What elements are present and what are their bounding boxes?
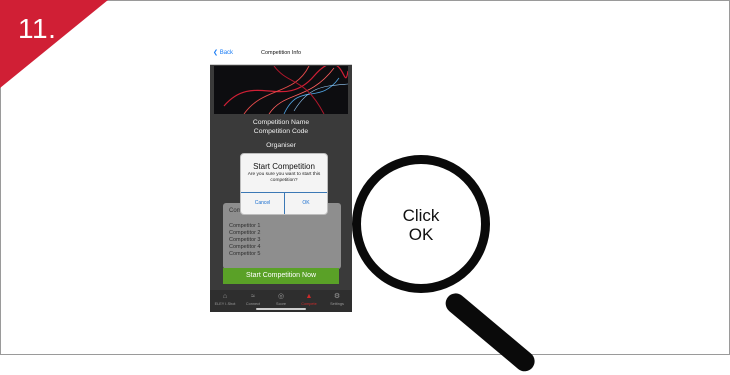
gear-icon: ⚙ (333, 293, 341, 300)
tab-label: Connect (245, 302, 261, 306)
tab-label: ELEY I-Shot (214, 302, 236, 306)
competition-banner-image (214, 66, 348, 114)
dialog-title: Start Competition (253, 162, 315, 171)
trophy-icon: ▲ (305, 293, 313, 300)
dialog-cancel-button[interactable]: Cancel (241, 193, 284, 214)
tab-compete[interactable]: ▲ Compete (298, 293, 320, 306)
competition-name: Competition Name (252, 119, 310, 126)
callout-text: Click OK (375, 206, 467, 244)
callout-line-1: Click (402, 206, 440, 225)
phone-screenshot: ❮ Back Competition Info Competition Name… (210, 44, 352, 312)
organiser-label: Organiser (266, 142, 296, 149)
competitor-item: Competitor 5 (229, 251, 261, 257)
nav-bar: ❮ Back Competition Info (210, 44, 352, 65)
competitor-item: Competitor 3 (229, 237, 261, 243)
competitor-item: Competitor 4 (229, 244, 261, 250)
start-competition-dialog: Start Competition Are you sure you want … (240, 153, 328, 215)
competitor-item: Competitor 1 (229, 223, 261, 229)
tab-label: Score (276, 302, 286, 306)
tab-connect[interactable]: ≈ Connect (242, 293, 264, 306)
tab-eley-i-shot[interactable]: ⌂ ELEY I-Shot (214, 293, 236, 306)
callout-line-2: OK (408, 225, 434, 244)
dialog-message: Are you sure you want to start this comp… (247, 172, 321, 183)
step-number: 11. (18, 13, 57, 44)
competition-code: Competition Code (253, 128, 309, 135)
target-icon: ◎ (277, 293, 285, 300)
home-icon: ⌂ (222, 293, 228, 300)
tab-label: Settings (330, 302, 344, 306)
tab-score[interactable]: ◎ Score (270, 293, 292, 306)
start-competition-button[interactable]: Start Competition Now (223, 268, 339, 284)
competitor-item: Competitor 2 (229, 230, 261, 236)
home-indicator (256, 308, 306, 310)
tab-label: Compete (301, 302, 317, 306)
nav-title: Competition Info (260, 50, 302, 56)
tab-settings[interactable]: ⚙ Settings (326, 293, 348, 306)
wifi-icon: ≈ (251, 293, 255, 300)
instruction-frame (0, 0, 730, 355)
dialog-ok-button[interactable]: OK (285, 193, 327, 214)
